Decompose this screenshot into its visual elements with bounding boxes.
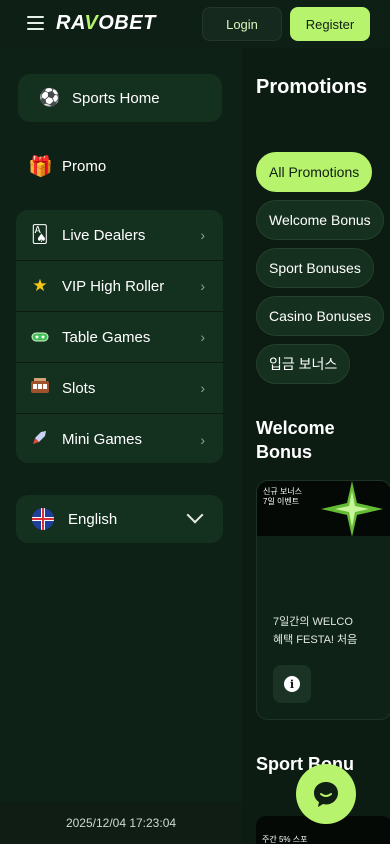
chevron-right-icon: › (200, 329, 205, 345)
tab-deposit-bonus[interactable]: 입금 보너스 (256, 344, 351, 384)
tab-all-promotions[interactable]: All Promotions (256, 152, 373, 192)
promo-text-line-1: 7일간의 WELCO (273, 616, 353, 628)
sidebar-item-promo[interactable]: 🎁 Promo (18, 142, 222, 190)
login-button[interactable]: Login (202, 7, 282, 41)
brand-logo[interactable]: RAVOBET (56, 12, 156, 35)
sidebar-casino-group: 🂡 Live Dealers › ★ VIP High Roller › Tab… (16, 210, 223, 463)
gift-icon: 🎁 (28, 155, 53, 178)
promotions-panel: Promotions All Promotions Welcome Bonus … (242, 48, 390, 844)
page-title: Promotions (256, 76, 368, 98)
server-timestamp: 2025/12/04 17:23:04 (0, 802, 242, 844)
tab-casino-bonuses[interactable]: Casino Bonuses (256, 296, 384, 336)
chevron-right-icon: › (200, 227, 205, 243)
top-header: RAVOBET Login Register (0, 0, 390, 48)
sidebar-item-table-games[interactable]: Table Games › (16, 312, 223, 363)
sidebar-item-label: Promo (62, 157, 107, 175)
chevron-right-icon: › (200, 380, 205, 396)
promo-text-line-2: 혜택 FESTA! 처음 (273, 634, 358, 646)
sidebar-item-label: Table Games (62, 328, 151, 346)
sidebar-item-label: Slots (62, 379, 96, 397)
green-star-graphic (321, 481, 383, 536)
chevron-down-icon (186, 506, 204, 524)
chevron-right-icon: › (200, 431, 205, 448)
sidebar-item-label: VIP High Roller (62, 277, 165, 295)
sidebar-item-mini-games[interactable]: Mini Games › (16, 414, 223, 463)
tab-sport-bonuses[interactable]: Sport Bonuses (256, 248, 374, 288)
welcome-bonus-card[interactable]: 신규 보너스 7일 이벤트 7일간의 WELCO 혜택 FESTA! 처음 i (256, 480, 390, 720)
slot-machine-icon (28, 377, 52, 399)
star-icon: ★ (32, 276, 48, 295)
language-label: English (68, 510, 118, 528)
uk-flag-icon (32, 508, 54, 530)
promo-description: 7일간의 WELCO 혜택 FESTA! 처음 (273, 613, 357, 649)
banner-line-2: 7일 이벤트 (263, 497, 300, 506)
sidebar-item-label: Live Dealers (62, 226, 146, 244)
info-button[interactable]: i (273, 665, 311, 703)
hamburger-menu-icon[interactable] (27, 16, 44, 30)
chip-icon (28, 327, 52, 347)
welcome-bonus-heading: Welcome Bonus (256, 418, 335, 462)
sidebar-item-live-dealers[interactable]: 🂡 Live Dealers › (16, 210, 223, 261)
sport-banner-text: 주간 5% 스포 (262, 835, 308, 844)
sidebar-item-label: Sports Home (72, 89, 160, 107)
sidebar-item-slots[interactable]: Slots › (16, 363, 223, 414)
sidebar-item-vip-high-roller[interactable]: ★ VIP High Roller › (16, 261, 223, 312)
banner-line-1: 신규 보너스 (263, 487, 303, 496)
sidebar-item-label: Mini Games (62, 431, 143, 448)
live-chat-button[interactable] (296, 764, 356, 824)
tab-welcome-bonus[interactable]: Welcome Bonus (256, 200, 384, 240)
cards-icon: 🂡 (31, 225, 49, 244)
chevron-right-icon: › (200, 278, 205, 294)
language-selector[interactable]: English (16, 495, 223, 543)
rocket-icon (28, 429, 52, 450)
sidebar: ⚽ Sports Home 🎁 Promo 🂡 Live Dealers › ★… (0, 48, 242, 844)
sidebar-item-sports-home[interactable]: ⚽ Sports Home (18, 74, 222, 122)
register-button[interactable]: Register (290, 7, 370, 41)
info-icon: i (284, 676, 300, 692)
soccer-ball-icon: ⚽ (39, 88, 61, 107)
chat-bubble-icon (314, 782, 338, 807)
promo-banner-image: 신규 보너스 7일 이벤트 (257, 481, 390, 536)
